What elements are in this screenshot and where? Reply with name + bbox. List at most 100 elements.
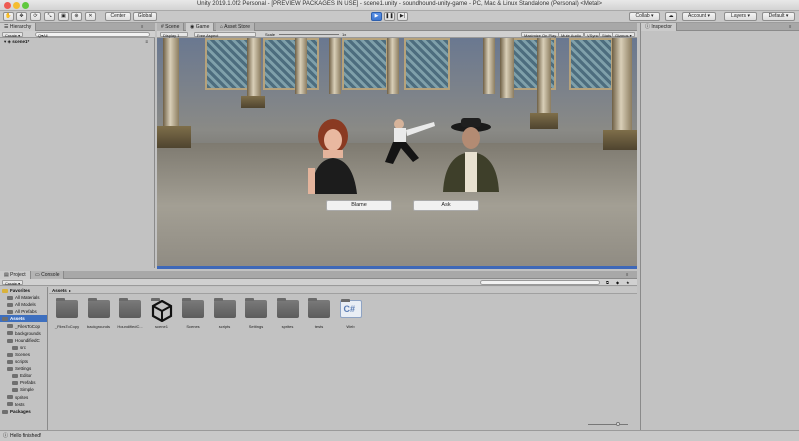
character-dancer	[385, 119, 435, 164]
filter-type-icon[interactable]: ⧉	[606, 280, 609, 285]
tree-item[interactable]: Simple	[0, 386, 47, 393]
asset-item[interactable]: tests	[306, 298, 332, 329]
asset-item[interactable]: backgrounds	[86, 298, 112, 329]
folder-icon	[7, 366, 13, 371]
tree-item[interactable]: All Materials	[0, 294, 47, 301]
tab-console[interactable]: ▭ Console	[31, 271, 65, 279]
stained-window-1	[205, 38, 251, 90]
tree-item[interactable]: tests	[0, 401, 47, 408]
layout-dropdown[interactable]: Default ▾	[762, 12, 795, 21]
tree-item[interactable]: Prefabs	[0, 379, 47, 386]
display-dropdown[interactable]: Display 1	[160, 32, 188, 38]
mute-audio-toggle[interactable]: Mute Audio	[558, 32, 585, 38]
asset-item[interactable]: HoundifiedC...	[117, 298, 143, 329]
pillar-base	[241, 96, 265, 108]
hierarchy-create-dropdown[interactable]: Create ▾	[2, 32, 24, 38]
collab-dropdown[interactable]: Collab ▾	[629, 12, 660, 21]
tree-item[interactable]: sprites	[0, 394, 47, 401]
hierarchy-panel: ☰ Hierarchy ≡ Create ▾ Q▾All ▾ ◈ scene1*…	[0, 23, 155, 268]
play-button[interactable]: ▶	[371, 12, 382, 21]
asset-label: HoundifiedC...	[117, 324, 143, 329]
tab-project[interactable]: ▤ Project	[0, 271, 31, 279]
scale-slider[interactable]	[279, 34, 339, 35]
favorite-star-icon[interactable]: ★	[626, 280, 630, 285]
ask-button[interactable]: Ask	[413, 200, 479, 211]
move-tool-button[interactable]: ✥	[16, 12, 27, 21]
rect-tool-button[interactable]: ▣	[58, 12, 69, 21]
tab-hierarchy[interactable]: ☰ Hierarchy	[0, 23, 37, 31]
tree-item[interactable]: All Models	[0, 301, 47, 308]
project-search-input[interactable]	[480, 280, 600, 285]
tab-scene[interactable]: # Scene	[157, 23, 185, 31]
tree-item-label: Scenes	[15, 351, 31, 357]
tree-item[interactable]: Scenes	[0, 351, 47, 358]
csharp-script-icon: C#	[339, 299, 362, 318]
asset-item[interactable]: _FilesToCopy	[54, 298, 80, 329]
asset-item[interactable]: scene1	[149, 298, 175, 329]
scene-menu-icon[interactable]: ≡	[145, 38, 148, 45]
filter-label-icon[interactable]: ◆	[616, 280, 619, 285]
breadcrumb-assets[interactable]: Assets	[52, 288, 67, 293]
folder-icon	[245, 298, 267, 318]
asset-item[interactable]: scripts	[212, 298, 238, 329]
breadcrumb: Assets ▸	[49, 287, 637, 294]
maximize-on-play-toggle[interactable]: Maximize On Play	[521, 32, 560, 38]
hierarchy-search-input[interactable]: Q▾All	[35, 32, 150, 38]
folder-icon	[7, 295, 13, 300]
tree-item[interactable]: _FilesToCop	[0, 323, 47, 330]
tab-asset-store[interactable]: ⌂ Asset Store	[216, 23, 256, 31]
asset-item[interactable]: Scenes	[180, 298, 206, 329]
account-dropdown[interactable]: Account ▾	[682, 12, 716, 21]
tree-item[interactable]: scripts	[0, 358, 47, 365]
step-button[interactable]: ▶|	[397, 12, 408, 21]
icon-size-slider[interactable]	[588, 422, 628, 426]
game-view[interactable]: Blame Ask	[157, 38, 637, 269]
custom-tool-button[interactable]: ✕	[85, 12, 96, 21]
info-icon: ⓘ	[3, 433, 9, 439]
aspect-dropdown[interactable]: Free Aspect	[194, 32, 256, 38]
tree-item[interactable]: Assets	[0, 315, 47, 323]
asset-item[interactable]: sprites	[275, 298, 301, 329]
rotate-tool-button[interactable]: ⟳	[30, 12, 41, 21]
main-toolbar: ✋ ✥ ⟳ ⤡ ▣ ⊕ ✕ Center Global ▶ ❚❚ ▶| Coll…	[0, 11, 799, 23]
tree-item-label: tests	[15, 401, 25, 407]
tab-game[interactable]: ◉ Game	[186, 23, 215, 31]
scale-tool-button[interactable]: ⤡	[44, 12, 55, 21]
tree-item[interactable]: All Prefabs	[0, 308, 47, 315]
tree-item[interactable]: backgrounds	[0, 330, 47, 337]
scale-value: 1x	[342, 32, 347, 37]
pause-icon: ❚❚	[385, 13, 394, 19]
tree-item[interactable]: src	[0, 344, 47, 351]
asset-item[interactable]: C# Web	[338, 299, 364, 329]
panel-menu-icon[interactable]: ≡	[626, 272, 628, 277]
tree-item[interactable]: Packages	[0, 408, 47, 415]
asset-item[interactable]: Settings	[243, 298, 269, 329]
tab-inspector[interactable]: ⓘ Inspector	[641, 23, 677, 31]
pivot-global-button[interactable]: Global	[133, 12, 157, 21]
pivot-center-button[interactable]: Center	[105, 12, 131, 21]
tree-item-label: src	[20, 344, 26, 350]
cloud-button[interactable]: ☁	[665, 12, 677, 21]
tree-item-label: Editor	[20, 373, 32, 379]
panel-menu-icon[interactable]: ≡	[141, 24, 143, 29]
tree-item[interactable]: Editor	[0, 372, 47, 379]
pillar	[537, 38, 551, 118]
project-create-dropdown[interactable]: Create ▾	[2, 280, 24, 286]
game-view-bar: Display 1 Free Aspect Scale 1x Maximize …	[157, 31, 637, 38]
folder-icon	[213, 298, 236, 318]
gizmos-dropdown[interactable]: Gizmos ▾	[612, 32, 635, 38]
tree-item-label: Assets	[10, 316, 25, 322]
pause-button[interactable]: ❚❚	[384, 12, 395, 21]
hand-tool-button[interactable]: ✋	[3, 12, 14, 21]
asset-label: sprites	[281, 324, 294, 329]
unity-scene-icon	[150, 298, 173, 323]
tree-item[interactable]: HoundifiedC	[0, 337, 47, 344]
hierarchy-scene-row[interactable]: ▾ ◈ scene1* ≡	[4, 38, 154, 45]
tree-item[interactable]: Favorites	[0, 287, 47, 294]
blame-button[interactable]: Blame	[326, 200, 392, 211]
tree-item[interactable]: Settings	[0, 365, 47, 372]
tools-icon: ✕	[88, 13, 93, 19]
layers-dropdown[interactable]: Layers ▾	[724, 12, 757, 21]
transform-tool-button[interactable]: ⊕	[71, 12, 82, 21]
panel-menu-icon[interactable]: ≡	[789, 24, 791, 29]
